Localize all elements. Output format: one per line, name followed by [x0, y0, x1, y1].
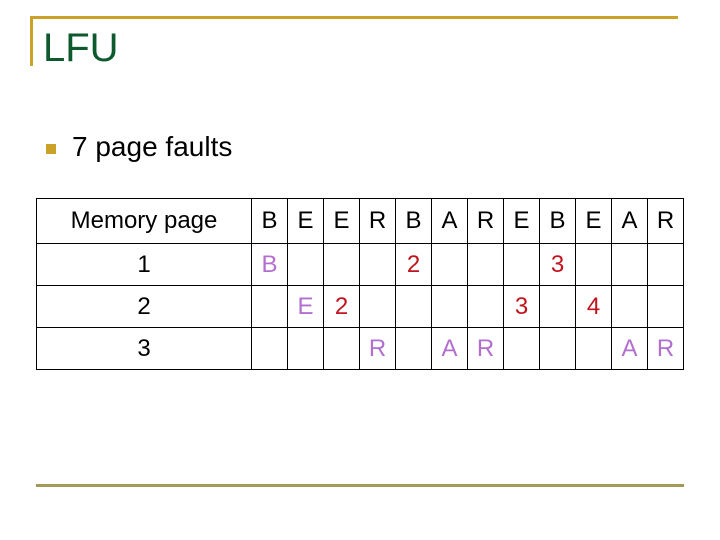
- frame-cell: [251, 327, 288, 370]
- frame-cell: A: [431, 327, 468, 370]
- reference-cell: R: [359, 198, 396, 244]
- title-left-rule: [30, 16, 33, 66]
- frame-cell: [647, 243, 684, 286]
- reference-cell: A: [611, 198, 648, 244]
- frame-cell: R: [467, 327, 504, 370]
- reference-cell: R: [467, 198, 504, 244]
- table-row: 1B 2 3: [36, 243, 684, 286]
- reference-cell: B: [539, 198, 576, 244]
- frame-cell: 4: [575, 285, 612, 328]
- reference-cell: B: [395, 198, 432, 244]
- frame-cell: [467, 243, 504, 286]
- frame-cell: 3: [539, 243, 576, 286]
- frame-cell: [467, 285, 504, 328]
- reference-cell: E: [323, 198, 360, 244]
- frame-cell: 2: [395, 243, 432, 286]
- frame-cell: [359, 285, 396, 328]
- frame-cell: R: [647, 327, 684, 370]
- frame-cell: [251, 285, 288, 328]
- slide-title: LFU: [43, 26, 119, 70]
- frame-cell: E: [287, 285, 324, 328]
- reference-cell: B: [251, 198, 288, 244]
- frame-label: 2: [36, 285, 252, 328]
- frame-cell: [431, 285, 468, 328]
- table-header-row: Memory page B E E R B A R E B E A R: [36, 198, 684, 244]
- frame-cell: [431, 243, 468, 286]
- frame-cell: [323, 327, 360, 370]
- reference-cell: E: [287, 198, 324, 244]
- frame-cell: [611, 243, 648, 286]
- frame-cell: B: [251, 243, 288, 286]
- frame-cell: [359, 243, 396, 286]
- frame-label: 3: [36, 327, 252, 370]
- frame-cell: R: [359, 327, 396, 370]
- frame-cell: [539, 327, 576, 370]
- reference-cell: R: [647, 198, 684, 244]
- table-row: 3RARAR: [36, 327, 684, 370]
- lfu-table: Memory page B E E R B A R E B E A R 1 B 2 3 2 E 2 3 4 3 R A R A R: [36, 198, 684, 370]
- frame-cell: [287, 327, 324, 370]
- footer-rule: [36, 484, 684, 487]
- frame-cell: [539, 285, 576, 328]
- frame-cell: [575, 327, 612, 370]
- frame-cell: [503, 243, 540, 286]
- frame-cell: 2: [323, 285, 360, 328]
- frame-label: 1: [36, 243, 252, 286]
- reference-cell: A: [431, 198, 468, 244]
- frame-cell: [395, 285, 432, 328]
- square-bullet-icon: [46, 144, 56, 154]
- bullet-text: 7 page faults: [72, 131, 233, 162]
- table-row: 2E2 34: [36, 285, 684, 328]
- frame-cell: [287, 243, 324, 286]
- reference-cell: E: [503, 198, 540, 244]
- frame-cell: [503, 327, 540, 370]
- frame-cell: [575, 243, 612, 286]
- frame-cell: 3: [503, 285, 540, 328]
- frame-cell: [647, 285, 684, 328]
- header-label: Memory page: [36, 198, 252, 244]
- title-top-rule: [30, 16, 678, 19]
- frame-cell: [611, 285, 648, 328]
- frame-cell: [323, 243, 360, 286]
- frame-cell: [395, 327, 432, 370]
- frame-cell: A: [611, 327, 648, 370]
- reference-cell: E: [575, 198, 612, 244]
